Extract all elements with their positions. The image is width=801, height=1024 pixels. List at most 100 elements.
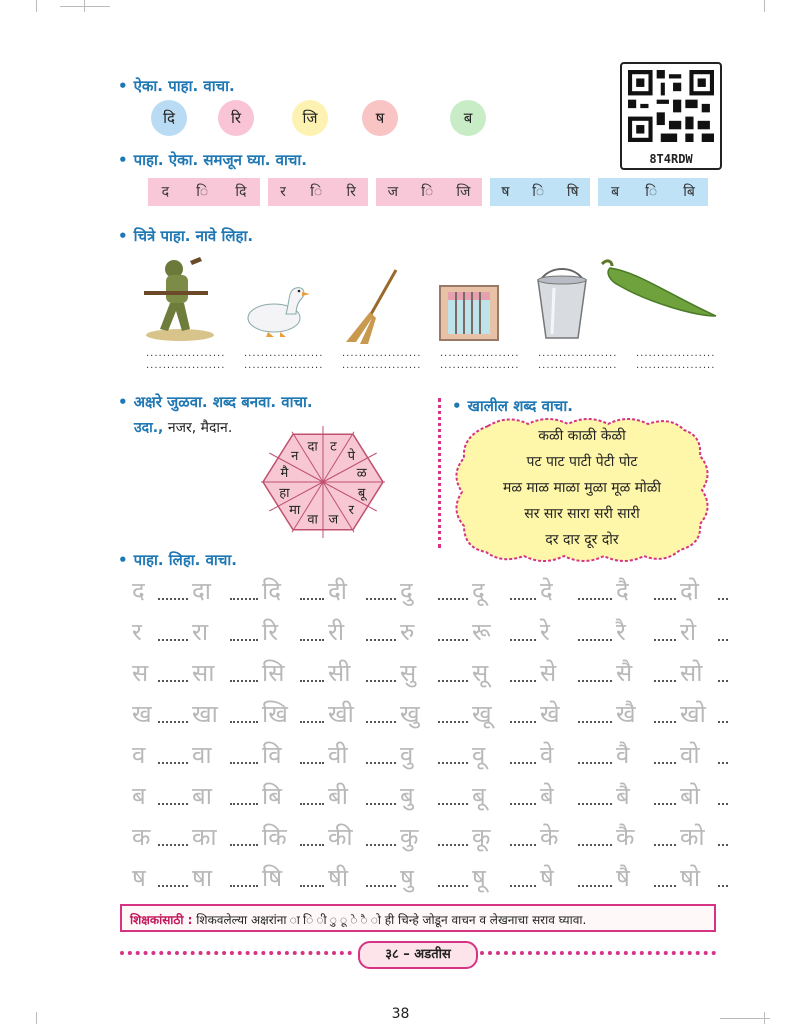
matra-item: बि [683,184,695,200]
trace-letter: दि [262,577,281,605]
trace-letter: वे [540,741,554,769]
trace-letter: सो [680,659,703,687]
hexagon-letter: र [349,503,355,518]
trace-letter: वु [400,741,414,769]
bullet-icon: • [118,151,128,169]
trace-letter: षू [472,864,486,892]
trace-letter: बु [400,782,414,810]
crop-mark [764,0,765,12]
cloud-word-line: सर सार सारा सरी सारी [524,506,640,522]
bullet-icon: • [118,227,128,245]
trace-dotted-line [158,844,188,846]
trace-dotted-line [654,680,676,682]
soldier-picture [144,257,214,341]
trace-dotted-line [510,844,536,846]
trace-dotted-line [230,680,258,682]
hexagon-letter: ळ [357,466,368,481]
trace-dotted-line [510,721,536,723]
trace-dotted-line [578,803,612,805]
trace-dotted-line [718,721,728,723]
trace-letter: वी [328,741,348,769]
footer-dotted-line-left [120,951,352,959]
section-heading-see-write-read: • पाहा. लिहा. वाचा. [118,550,237,570]
bucket-picture [537,268,587,339]
duck-picture [247,287,310,337]
trace-letter: खा [192,700,218,728]
trace-letter: बू [472,782,486,810]
trace-dotted-line [654,885,676,887]
trace-dotted-line [300,885,324,887]
trace-dotted-line [438,844,468,846]
trace-letter: खी [328,700,354,728]
matra-item: ि [421,184,434,200]
matra-item: ि [196,184,209,200]
trace-dotted-line [158,680,188,682]
trace-letter: ष [132,864,146,892]
crop-mark [60,6,110,7]
trace-letter: कि [262,823,287,851]
trace-letter: षा [192,864,213,892]
hexagon-letter: हा [279,486,290,501]
trace-row: ष षा षि षी षु षू षे षै षो [132,861,728,893]
trace-dotted-line [158,598,188,600]
trace-dotted-line [366,844,396,846]
trace-dotted-line [230,598,258,600]
trace-letter: बी [328,782,348,810]
answer-dots: ...................................... [538,348,618,371]
hexagon-letter: वा [307,513,318,528]
trace-dotted-line [158,762,188,764]
trace-letter: ब [132,782,146,810]
heading-text: चित्रे पाहा. नावे लिहा. [133,227,254,245]
trace-dotted-line [718,803,728,805]
trace-dotted-line [718,680,728,682]
trace-dotted-line [158,721,188,723]
trace-letter: रै [616,618,626,646]
cloud-word-line: दर दार दूर दोर [545,532,619,548]
matra-box: जि जि [376,178,482,206]
trace-dotted-line [300,762,324,764]
example-line: उदा., नजर, मैदान. [134,418,232,437]
trace-dotted-line [510,885,536,887]
hexagon-letter: न [291,449,299,464]
matra-box: बि बि [598,178,708,206]
trace-letter: सू [472,659,489,687]
trace-letter: सु [400,659,417,687]
qr-code[interactable]: 8T4RDW [620,62,722,170]
bullet-icon: • [452,397,462,415]
trace-letter: षै [616,864,630,892]
trace-letter: वि [262,741,282,769]
trace-letter: के [540,823,559,851]
trace-letter: दा [192,577,211,605]
trace-dotted-line [438,721,468,723]
trace-dotted-line [230,721,258,723]
letter-circle: ब [450,100,486,136]
trace-row: ब बा बि बी बु बू बे बै बो [132,779,728,811]
trace-letter: कु [400,823,419,851]
trace-dotted-line [654,639,676,641]
trace-letter: सा [192,659,215,687]
trace-dotted-line [300,598,324,600]
trace-letter: दे [540,577,553,605]
trace-dotted-line [510,598,536,600]
trace-dotted-line [578,680,612,682]
trace-dotted-line [654,598,676,600]
trace-letter: द [132,577,145,605]
trace-dotted-line [718,885,728,887]
trace-dotted-line [366,803,396,805]
page-label-pill: ३८ – अडतीस [358,941,478,969]
section-heading-see-listen-understand: • पाहा. ऐका. समजून घ्या. वाचा. [118,150,307,170]
trace-letter: री [328,618,345,646]
matra-item: जि [456,184,471,200]
trace-letter: व [132,741,146,769]
matra-item: ष [501,184,510,200]
trace-dotted-line [510,762,536,764]
trace-letter: कू [472,823,491,851]
hexagon-letter: पे [348,448,356,464]
trace-letter: षु [400,864,414,892]
letter-circle: ष [362,100,398,136]
bullet-icon: • [118,77,128,95]
trace-dotted-line [578,598,612,600]
hexagon-letter: ट [330,439,337,454]
hexagon-letter: मै [280,465,288,481]
word-cloud-lines: कळी काळी केळी पट पाट पाटी पेटी पोट मळ माळ … [448,426,716,566]
